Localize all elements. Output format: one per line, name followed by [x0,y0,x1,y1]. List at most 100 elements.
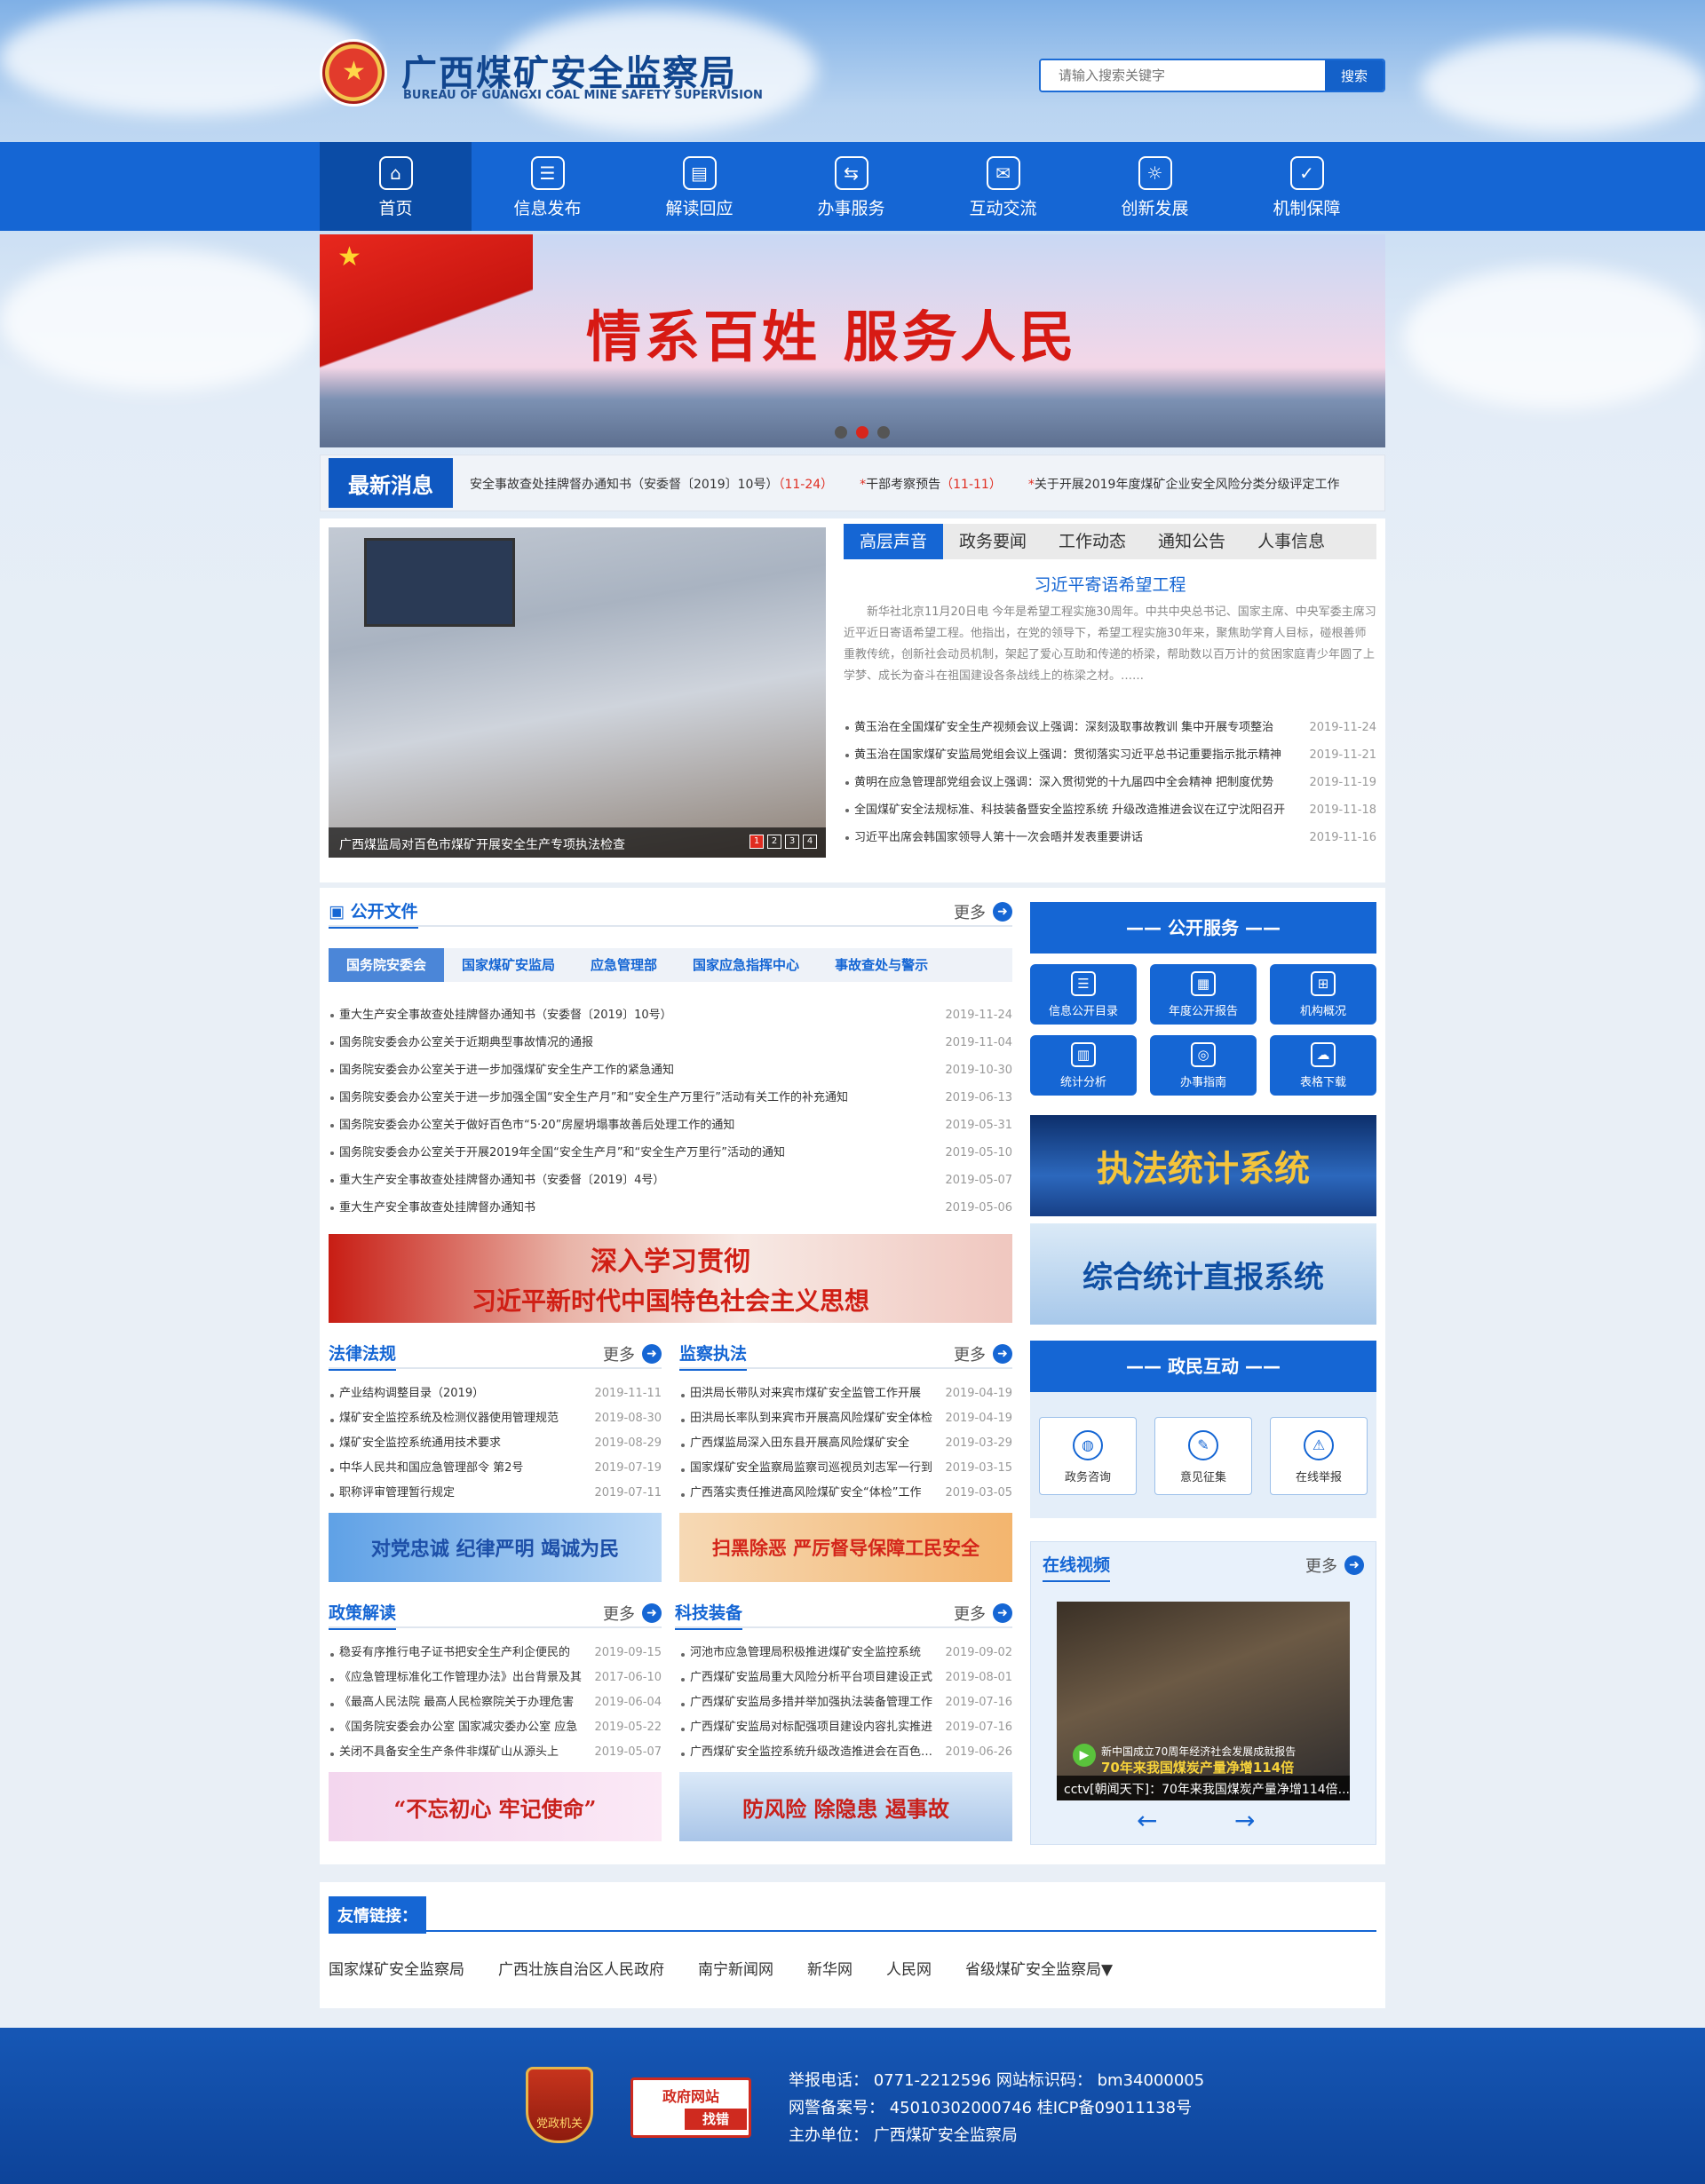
national-emblem-logo[interactable]: ★ [320,39,387,107]
item-title[interactable]: 重大生产安全事故查处挂牌督办通知书（安委督〔2019〕4号） [329,1167,664,1194]
more-link[interactable]: 更多 ➜ [954,1342,1012,1365]
list-item[interactable]: 稳妥有序推行电子证书把安全生产利企便民的 2019-09-15 [329,1641,662,1666]
consult-button[interactable]: ◍ 政务咨询 [1039,1417,1137,1495]
link-dropdown[interactable]: 省级煤矿安全监察局▼ [965,1957,1113,1979]
item-title[interactable]: 《应急管理标准化工作管理办法》出台背景及其 [329,1666,582,1690]
item-title[interactable]: 黄明在应急管理部党组会议上强调：深入贯彻党的十九届四中全会精神 把制度优势 [844,769,1273,796]
tab-government-news[interactable]: 政务要闻 [943,524,1043,559]
nav-services[interactable]: ⇆ 办事服务 [775,142,927,231]
item-title[interactable]: 产业结构调整目录（2019） [329,1381,484,1406]
item-title[interactable]: 重大生产安全事故查处挂牌督办通知书 [329,1194,535,1222]
item-title[interactable]: 田洪局长率队到来宾市开展高风险煤矿安全体检 [679,1406,932,1431]
photo-page[interactable]: 4 [803,835,817,849]
item-title[interactable]: 重大生产安全事故查处挂牌督办通知书（安委督〔2019〕10号） [329,1001,672,1029]
carousel-dot[interactable] [877,426,890,439]
list-item[interactable]: 广西煤矿安监局对标配强项目建设内容扎实推进 2019-07-16 [679,1715,1012,1740]
list-item[interactable]: 《应急管理标准化工作管理办法》出台背景及其 2017-06-10 [329,1666,662,1690]
anti-crime-banner[interactable]: 扫黑除恶 严厉督导保障工民安全 [679,1513,1012,1582]
carousel-dot[interactable] [835,426,847,439]
tab-coal-bureau[interactable]: 国家煤矿安监局 [444,948,573,982]
photo-page[interactable]: 3 [785,835,799,849]
search-input[interactable] [1041,60,1325,91]
item-title[interactable]: 黄玉治在国家煤矿安监局党组会议上强调：贯彻落实习近平总书记重要指示批示精神 [844,741,1281,769]
item-title[interactable]: 国务院安委会办公室关于做好百色市“5·20”房屋坍塌事故善后处理工作的通知 [329,1112,734,1139]
service-statistics[interactable]: ▥ 统计分析 [1030,1035,1137,1096]
search-button[interactable]: 搜索 [1325,60,1384,91]
list-item[interactable]: 国务院安委会办公室关于近期典型事故情况的通报 2019-11-04 [329,1029,1012,1056]
service-form-download[interactable]: ☁ 表格下载 [1270,1035,1376,1096]
photo-page[interactable]: 2 [767,835,781,849]
more-link[interactable]: 更多 ➜ [603,1602,662,1625]
news-photo-slider[interactable]: 广西煤监局对百色市煤矿开展安全生产专项执法检查 1234 [329,527,826,858]
service-guide[interactable]: ◎ 办事指南 [1150,1035,1257,1096]
ticker-item[interactable]: 干部考察预告 [866,478,940,492]
opinion-button[interactable]: ✎ 意见征集 [1154,1417,1252,1495]
hero-banner[interactable]: ★ 情系百姓 服务人民 [320,234,1385,447]
tab-personnel[interactable]: 人事信息 [1241,524,1341,559]
link-item[interactable]: 广西壮族自治区人民政府 [498,1957,664,1979]
tab-emergency-command[interactable]: 国家应急指挥中心 [675,948,817,982]
nav-interaction[interactable]: ✉ 互动交流 [927,142,1079,231]
list-item[interactable]: 全国煤矿安全法规标准、科技装备暨安全监控系统 升级改造推进会议在辽宁沈阳召开 20… [844,796,1376,824]
item-title[interactable]: 广西落实责任推进高风险煤矿安全“体检”工作 [679,1481,921,1506]
next-arrow-icon[interactable]: → [1234,1806,1255,1835]
party-government-badge[interactable]: 党政机关 [526,2067,593,2143]
list-item[interactable]: 国务院安委会办公室关于进一步加强全国“安全生产月”和“安全生产万里行”活动有关工… [329,1084,1012,1112]
video-caption[interactable]: cctv[朝闻天下]：70年来我国煤炭产量净增114倍... [1057,1776,1350,1800]
item-title[interactable]: 关闭不具备安全生产条件非煤矿山从源头上 [329,1740,559,1765]
prev-arrow-icon[interactable]: ← [1137,1806,1157,1835]
more-link[interactable]: 更多 ➜ [1305,1554,1364,1577]
more-link[interactable]: 更多 ➜ [954,1602,1012,1625]
list-item[interactable]: 国务院安委会办公室关于进一步加强煤矿安全生产工作的紧急通知 2019-10-30 [329,1056,1012,1084]
list-item[interactable]: 广西落实责任推进高风险煤矿安全“体检”工作 2019-03-05 [679,1481,1012,1506]
tab-notices[interactable]: 通知公告 [1142,524,1241,559]
service-org-overview[interactable]: ⊞ 机构概况 [1270,964,1376,1025]
list-item[interactable]: 黄玉治在全国煤矿安全生产视频会议上强调：深刻汲取事故教训 集中开展专项整治 201… [844,714,1376,741]
item-title[interactable]: 国务院安委会办公室关于开展2019年全国“安全生产月”和“安全生产万里行”活动的… [329,1139,785,1167]
list-item[interactable]: 广西煤监局深入田东县开展高风险煤矿安全 2019-03-29 [679,1431,1012,1456]
ticker-item[interactable]: 安全事故查处挂牌督办通知书（安委督〔2019〕10号） [470,478,778,492]
list-item[interactable]: 《最高人民法院 最高人民检察院关于办理危害 2019-06-04 [329,1690,662,1715]
list-item[interactable]: 田洪局长带队对来宾市煤矿安全监管工作开展 2019-04-19 [679,1381,1012,1406]
item-title[interactable]: 田洪局长带队对来宾市煤矿安全监管工作开展 [679,1381,921,1406]
item-title[interactable]: 广西煤矿安监局对标配强项目建设内容扎实推进 [679,1715,932,1740]
link-item[interactable]: 人民网 [886,1957,932,1979]
service-annual-report[interactable]: ▦ 年度公开报告 [1150,964,1257,1025]
tab-accident-warning[interactable]: 事故查处与警示 [817,948,946,982]
list-item[interactable]: 关闭不具备安全生产条件非煤矿山从源头上 2019-05-07 [329,1740,662,1765]
link-item[interactable]: 南宁新闻网 [698,1957,773,1979]
list-item[interactable]: 国务院安委会办公室关于开展2019年全国“安全生产月”和“安全生产万里行”活动的… [329,1139,1012,1167]
list-item[interactable]: 中华人民共和国应急管理部令 第2号 2019-07-19 [329,1456,662,1481]
tab-state-council[interactable]: 国务院安委会 [329,948,445,982]
list-item[interactable]: 田洪局长率队到来宾市开展高风险煤矿安全体检 2019-04-19 [679,1406,1012,1431]
item-title[interactable]: 广西煤矿安监局重大风险分析平台项目建设正式 [679,1666,932,1690]
item-title[interactable]: 全国煤矿安全法规标准、科技装备暨安全监控系统 升级改造推进会议在辽宁沈阳召开 [844,796,1285,824]
list-item[interactable]: 黄玉治在国家煤矿安监局党组会议上强调：贯彻落实习近平总书记重要指示批示精神 201… [844,741,1376,769]
list-item[interactable]: 国家煤矿安全监察局监察司巡视员刘志军一行到 2019-03-15 [679,1456,1012,1481]
nav-innovation[interactable]: ☼ 创新发展 [1079,142,1231,231]
list-item[interactable]: 重大生产安全事故查处挂牌督办通知书 2019-05-06 [329,1194,1012,1222]
item-title[interactable]: 广西煤矿安监局多措并举加强执法装备管理工作 [679,1690,932,1715]
service-info-catalog[interactable]: ☰ 信息公开目录 [1030,964,1137,1025]
item-title[interactable]: 广西煤矿安全监控系统升级改造推进会在百色召开 [679,1740,938,1765]
gov-site-error-badge[interactable]: 政府网站 找错 [630,2077,751,2138]
list-item[interactable]: 《国务院安委会办公室 国家减灾委办公室 应急 2019-05-22 [329,1715,662,1740]
item-title[interactable]: 煤矿安全监控系统及检测仪器使用管理规范 [329,1406,559,1431]
stats-reporting-banner[interactable]: 综合统计直报系统 [1030,1223,1376,1325]
list-item[interactable]: 国务院安委会办公室关于做好百色市“5·20”房屋坍塌事故善后处理工作的通知 201… [329,1112,1012,1139]
study-thought-banner[interactable]: 深入学习贯彻 习近平新时代中国特色社会主义思想 [329,1234,1012,1323]
item-title[interactable]: 国家煤矿安全监察局监察司巡视员刘志军一行到 [679,1456,932,1481]
nav-info-release[interactable]: ☰ 信息发布 [472,142,623,231]
list-item[interactable]: 煤矿安全监控系统通用技术要求 2019-08-29 [329,1431,662,1456]
nav-mechanism[interactable]: ✓ 机制保障 [1231,142,1383,231]
item-title[interactable]: 职称评审管理暂行规定 [329,1481,455,1506]
item-title[interactable]: 习近平出席会韩国家领导人第十一次会晤并发表重要讲话 [844,824,1143,851]
nav-interpretation[interactable]: ▤ 解读回应 [623,142,775,231]
list-item[interactable]: 广西煤矿安全监控系统升级改造推进会在百色召开 2019-06-26 [679,1740,1012,1765]
play-icon[interactable]: ▶ [1073,1744,1096,1767]
item-title[interactable]: 广西煤监局深入田东县开展高风险煤矿安全 [679,1431,909,1456]
tab-leadership-voice[interactable]: 高层声音 [844,524,944,559]
more-link[interactable]: 更多 ➜ [954,900,1012,923]
video-player[interactable]: ▶ 新中国成立70周年经济社会发展成就报告 70年来我国煤炭产量净增114倍 c… [1057,1602,1350,1800]
ticker-item[interactable]: 关于开展2019年度煤矿企业安全风险分类分级评定工作 [1035,478,1340,492]
